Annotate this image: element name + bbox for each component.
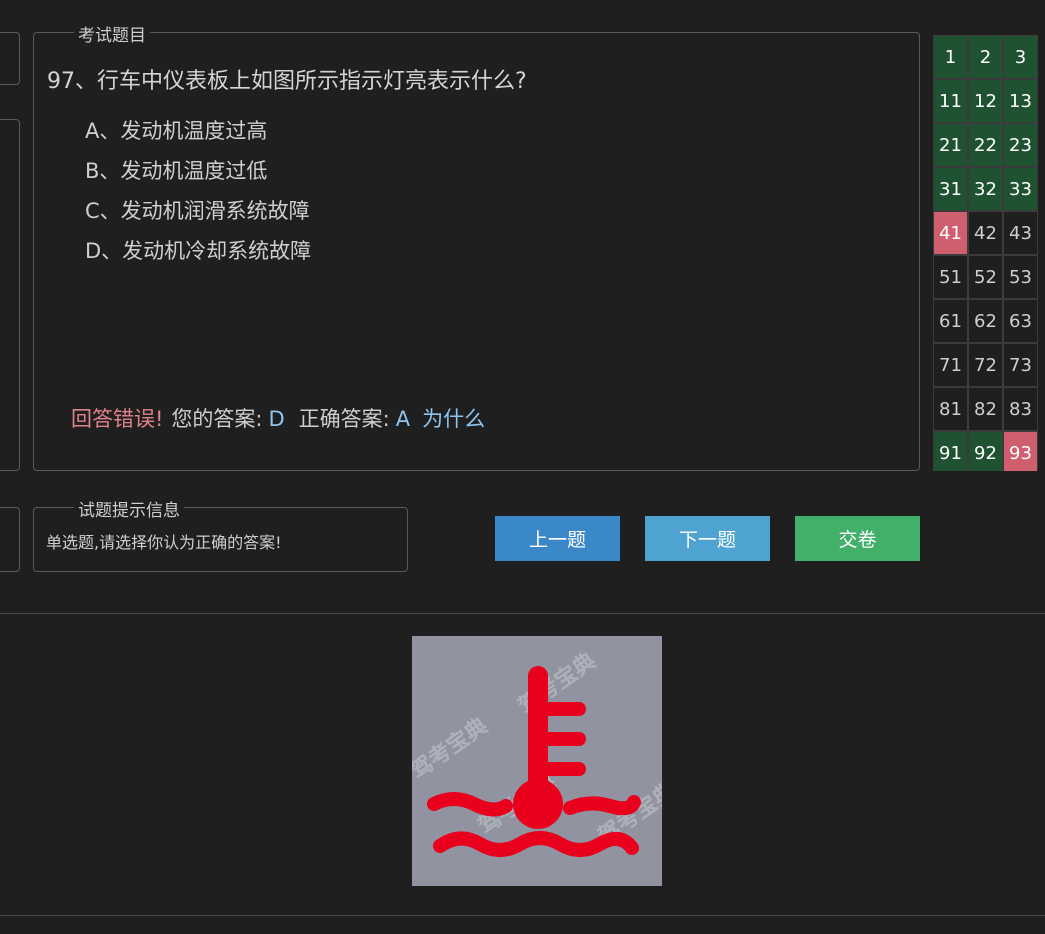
question-number-cell[interactable]: 72 [968, 343, 1003, 387]
hint-panel: 试题提示信息 单选题,请选择你认为正确的答案! [33, 496, 408, 572]
engine-coolant-temperature-warning-icon [427, 666, 641, 857]
question-number-cell[interactable]: 71 [933, 343, 968, 387]
question-number-cell[interactable]: 92 [968, 431, 1003, 471]
previous-question-button[interactable]: 上一题 [495, 516, 620, 561]
question-number-cell[interactable]: 62 [968, 299, 1003, 343]
question-panel: 考试题目 97、行车中仪表板上如图所示指示灯亮表示什么? A、发动机温度过高 B… [33, 21, 920, 471]
submit-exam-button[interactable]: 交卷 [795, 516, 920, 561]
question-number-grid: 1 2 3 11 12 13 21 22 23 31 32 33 41 42 43 51 52 53 61 62 63 7… [933, 35, 1045, 471]
hint-panel-legend: 试题提示信息 [74, 496, 184, 521]
question-number-cell[interactable]: 42 [968, 211, 1003, 255]
result-status: 回答错误! [71, 407, 164, 431]
question-number-cell[interactable]: 52 [968, 255, 1003, 299]
question-number-cell[interactable]: 93 [1003, 431, 1038, 471]
option-d[interactable]: D、发动机冷却系统故障 [85, 235, 311, 275]
question-number-cell[interactable]: 32 [968, 167, 1003, 211]
option-c[interactable]: C、发动机润滑系统故障 [85, 195, 311, 235]
question-number-cell[interactable]: 91 [933, 431, 968, 471]
question-number-cell[interactable]: 3 [1003, 35, 1038, 79]
question-number-cell[interactable]: 81 [933, 387, 968, 431]
sign-image: 驾考宝典 驾考宝典 驾考宝典 驾考宝典 [412, 636, 662, 886]
question-number-cell[interactable]: 33 [1003, 167, 1038, 211]
left-panel-edge-top [0, 32, 20, 85]
question-text: 97、行车中仪表板上如图所示指示灯亮表示什么? [47, 69, 527, 94]
left-panel-edge-middle [0, 119, 20, 471]
question-panel-legend: 考试题目 [74, 21, 150, 46]
question-number-cell[interactable]: 73 [1003, 343, 1038, 387]
question-number-cell[interactable]: 11 [933, 79, 968, 123]
question-number-cell[interactable]: 2 [968, 35, 1003, 79]
answer-result: 回答错误! 您的答案: D 正确答案: A 为什么 [71, 403, 485, 433]
question-number-cell[interactable]: 41 [933, 211, 968, 255]
question-number-cell[interactable]: 43 [1003, 211, 1038, 255]
your-answer-label: 您的答案: [171, 407, 263, 431]
correct-answer-label: 正确答案: [298, 407, 390, 431]
answer-options: A、发动机温度过高 B、发动机温度过低 C、发动机润滑系统故障 D、发动机冷却系… [85, 115, 311, 275]
question-number-cell[interactable]: 63 [1003, 299, 1038, 343]
question-number-cell[interactable]: 51 [933, 255, 968, 299]
question-number-cell[interactable]: 31 [933, 167, 968, 211]
divider-bottom [0, 915, 1045, 916]
question-number-cell[interactable]: 22 [968, 123, 1003, 167]
next-question-button[interactable]: 下一题 [645, 516, 770, 561]
question-number-cell[interactable]: 83 [1003, 387, 1038, 431]
question-number-cell[interactable]: 1 [933, 35, 968, 79]
hint-text: 单选题,请选择你认为正确的答案! [46, 533, 282, 552]
question-number-cell[interactable]: 12 [968, 79, 1003, 123]
why-link[interactable]: 为什么 [422, 407, 485, 431]
option-a[interactable]: A、发动机温度过高 [85, 115, 311, 155]
divider-top [0, 613, 1045, 614]
question-number-cell[interactable]: 21 [933, 123, 968, 167]
left-panel-edge-bottom [0, 507, 20, 572]
question-number-cell[interactable]: 53 [1003, 255, 1038, 299]
question-number-cell[interactable]: 82 [968, 387, 1003, 431]
correct-answer-value: A [395, 407, 411, 431]
question-number-cell[interactable]: 13 [1003, 79, 1038, 123]
your-answer-value: D [268, 407, 285, 431]
option-b[interactable]: B、发动机温度过低 [85, 155, 311, 195]
question-number-cell[interactable]: 23 [1003, 123, 1038, 167]
question-number-cell[interactable]: 61 [933, 299, 968, 343]
